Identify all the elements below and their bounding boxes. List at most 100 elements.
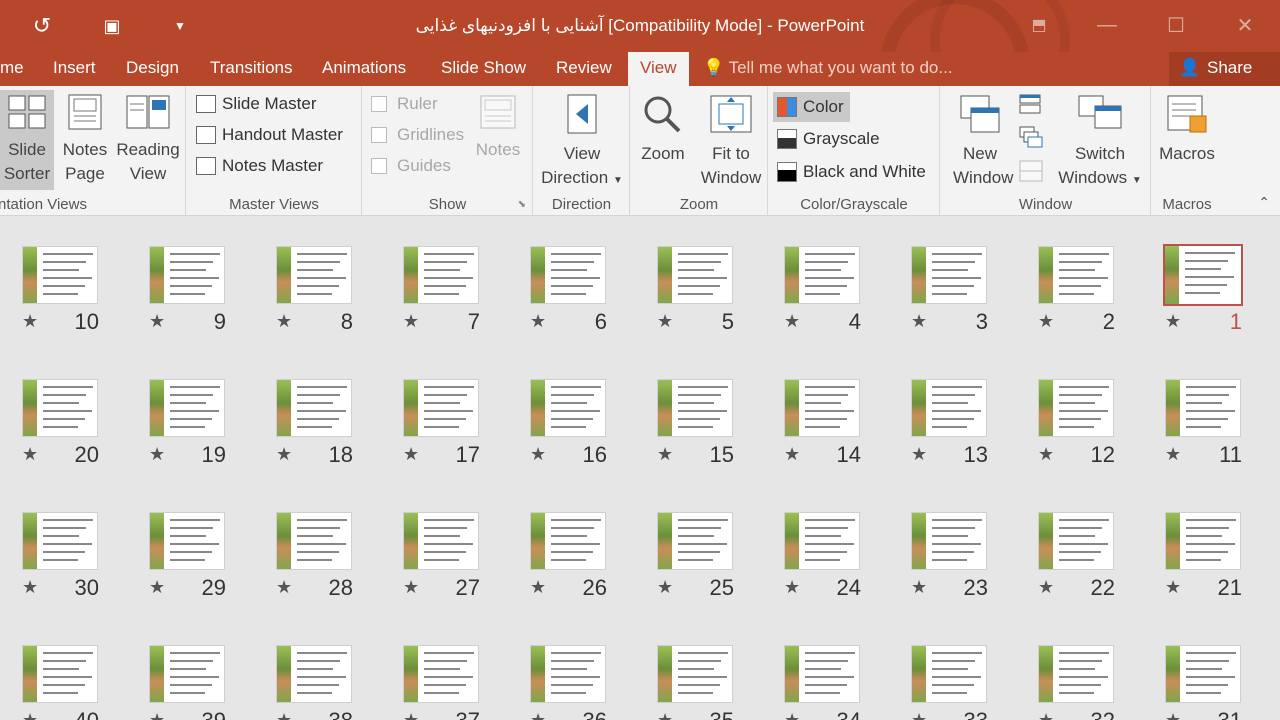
slide-preview[interactable] bbox=[1038, 379, 1114, 437]
transition-star-icon[interactable]: ★ bbox=[1165, 577, 1181, 598]
slide-thumbnail[interactable]: ★ 16 bbox=[508, 350, 635, 467]
transition-star-icon[interactable]: ★ bbox=[403, 444, 419, 465]
slide-preview[interactable] bbox=[276, 246, 352, 304]
fit-to-window-button[interactable]: Fit to Window bbox=[697, 90, 765, 190]
slide-preview[interactable] bbox=[276, 379, 352, 437]
slide-preview[interactable] bbox=[1165, 645, 1241, 703]
tab-view[interactable]: View bbox=[628, 52, 689, 86]
slide-preview[interactable] bbox=[22, 645, 98, 703]
transition-star-icon[interactable]: ★ bbox=[149, 710, 165, 720]
transition-star-icon[interactable]: ★ bbox=[1165, 710, 1181, 720]
slide-preview[interactable] bbox=[530, 379, 606, 437]
tell-me-search[interactable]: 💡 Tell me what you want to do... bbox=[703, 52, 953, 86]
slide-preview[interactable] bbox=[276, 512, 352, 570]
slide-preview[interactable] bbox=[403, 645, 479, 703]
slide-preview[interactable] bbox=[276, 645, 352, 703]
zoom-button[interactable]: Zoom bbox=[635, 90, 691, 166]
view-direction-button[interactable]: View Direction ▼ bbox=[536, 90, 628, 193]
arrange-all-icon[interactable] bbox=[1019, 94, 1041, 114]
switch-windows-button[interactable]: Switch Windows ▼ bbox=[1053, 90, 1147, 193]
slide-sorter-button[interactable]: Slide Sorter bbox=[0, 90, 54, 190]
slide-preview[interactable] bbox=[22, 246, 98, 304]
slide-thumbnail[interactable]: ★ 27 bbox=[381, 483, 508, 600]
slide-thumbnail[interactable]: ★ 34 bbox=[762, 616, 889, 720]
transition-star-icon[interactable]: ★ bbox=[1038, 444, 1054, 465]
slide-thumbnail[interactable]: ★ 8 bbox=[254, 217, 381, 334]
transition-star-icon[interactable]: ★ bbox=[1038, 577, 1054, 598]
guides-checkbox[interactable]: Guides bbox=[371, 152, 451, 180]
slide-thumbnail[interactable]: ★ 9 bbox=[127, 217, 254, 334]
transition-star-icon[interactable]: ★ bbox=[403, 311, 419, 332]
slide-thumbnail[interactable]: ★ 28 bbox=[254, 483, 381, 600]
transition-star-icon[interactable]: ★ bbox=[149, 444, 165, 465]
tab-insert[interactable]: Insert bbox=[43, 52, 106, 86]
tab-review[interactable]: Review bbox=[546, 52, 622, 86]
slide-master-button[interactable]: Slide Master bbox=[196, 90, 316, 118]
tab-design[interactable]: Design bbox=[116, 52, 189, 86]
slide-thumbnail[interactable]: ★ 38 bbox=[254, 616, 381, 720]
gridlines-checkbox[interactable]: Gridlines bbox=[371, 121, 464, 149]
slide-preview[interactable] bbox=[149, 379, 225, 437]
slide-thumbnail[interactable]: ★ 21 bbox=[1143, 483, 1270, 600]
transition-star-icon[interactable]: ★ bbox=[276, 444, 292, 465]
slide-preview[interactable] bbox=[784, 379, 860, 437]
slide-thumbnail[interactable]: ★ 4 bbox=[762, 217, 889, 334]
slide-thumbnail[interactable]: ★ 7 bbox=[381, 217, 508, 334]
transition-star-icon[interactable]: ★ bbox=[784, 311, 800, 332]
slide-thumbnail[interactable]: ★ 29 bbox=[127, 483, 254, 600]
slide-thumbnail[interactable]: ★ 6 bbox=[508, 217, 635, 334]
slide-thumbnail[interactable]: ★ 15 bbox=[635, 350, 762, 467]
slide-preview[interactable] bbox=[911, 246, 987, 304]
slide-thumbnail[interactable]: ★ 11 bbox=[1143, 350, 1270, 467]
slide-preview[interactable] bbox=[149, 512, 225, 570]
notes-master-button[interactable]: Notes Master bbox=[196, 152, 323, 180]
minimize-icon[interactable]: — bbox=[1092, 12, 1122, 38]
transition-star-icon[interactable]: ★ bbox=[911, 577, 927, 598]
slide-preview[interactable] bbox=[1038, 645, 1114, 703]
transition-star-icon[interactable]: ★ bbox=[530, 710, 546, 720]
notes-button[interactable]: Notes bbox=[473, 90, 523, 162]
color-button[interactable]: Color bbox=[773, 92, 850, 122]
slide-preview[interactable] bbox=[911, 379, 987, 437]
transition-star-icon[interactable]: ★ bbox=[657, 710, 673, 720]
slide-preview[interactable] bbox=[1165, 379, 1241, 437]
maximize-icon[interactable]: ☐ bbox=[1161, 12, 1191, 38]
transition-star-icon[interactable]: ★ bbox=[22, 710, 38, 720]
slide-thumbnail[interactable]: ★ 32 bbox=[1016, 616, 1143, 720]
slide-thumbnail[interactable]: ★ 36 bbox=[508, 616, 635, 720]
transition-star-icon[interactable]: ★ bbox=[403, 577, 419, 598]
slide-preview[interactable] bbox=[530, 645, 606, 703]
tab-slide-show[interactable]: Slide Show bbox=[431, 52, 536, 86]
transition-star-icon[interactable]: ★ bbox=[1165, 444, 1181, 465]
slide-preview[interactable] bbox=[657, 645, 733, 703]
transition-star-icon[interactable]: ★ bbox=[22, 577, 38, 598]
slide-preview[interactable] bbox=[149, 246, 225, 304]
transition-star-icon[interactable]: ★ bbox=[911, 444, 927, 465]
black-and-white-button[interactable]: Black and White bbox=[777, 158, 926, 186]
ribbon-display-icon[interactable]: ⬒ bbox=[1024, 12, 1054, 38]
handout-master-button[interactable]: Handout Master bbox=[196, 121, 343, 149]
notes-page-button[interactable]: Notes Page bbox=[58, 90, 112, 186]
slide-preview[interactable] bbox=[1038, 512, 1114, 570]
transition-star-icon[interactable]: ★ bbox=[149, 577, 165, 598]
slide-thumbnail[interactable]: ★ 35 bbox=[635, 616, 762, 720]
transition-star-icon[interactable]: ★ bbox=[657, 311, 673, 332]
ruler-checkbox[interactable]: Ruler bbox=[371, 90, 438, 118]
transition-star-icon[interactable]: ★ bbox=[1038, 710, 1054, 720]
slide-preview[interactable] bbox=[1038, 246, 1114, 304]
slide-thumbnail[interactable]: ★ 2 bbox=[1016, 217, 1143, 334]
slide-preview[interactable] bbox=[1163, 244, 1243, 306]
grayscale-button[interactable]: Grayscale bbox=[777, 125, 880, 153]
transition-star-icon[interactable]: ★ bbox=[911, 710, 927, 720]
slide-preview[interactable] bbox=[1165, 512, 1241, 570]
transition-star-icon[interactable]: ★ bbox=[530, 311, 546, 332]
slide-preview[interactable] bbox=[530, 246, 606, 304]
slide-preview[interactable] bbox=[911, 512, 987, 570]
collapse-ribbon-icon[interactable]: ⌃ bbox=[1258, 194, 1270, 211]
slide-thumbnail[interactable]: ★ 39 bbox=[127, 616, 254, 720]
slide-thumbnail[interactable]: ★ 10 bbox=[0, 217, 127, 334]
slide-preview[interactable] bbox=[657, 246, 733, 304]
transition-star-icon[interactable]: ★ bbox=[530, 444, 546, 465]
slide-thumbnail[interactable]: ★ 20 bbox=[0, 350, 127, 467]
slide-preview[interactable] bbox=[22, 379, 98, 437]
